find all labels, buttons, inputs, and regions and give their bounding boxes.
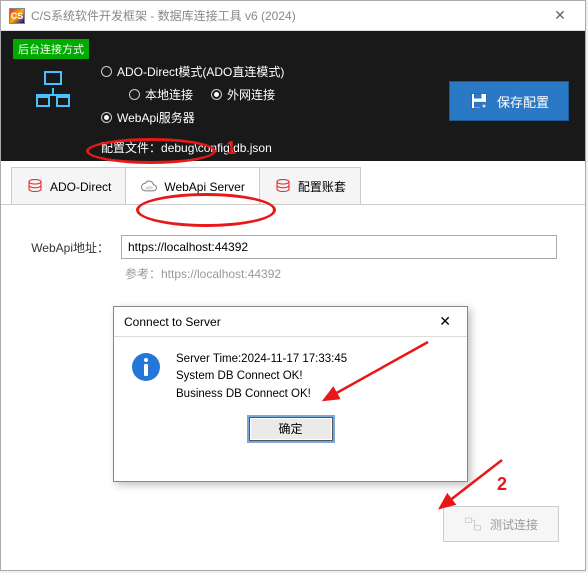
radio-webapi-server[interactable]: WebApi服务器 bbox=[101, 109, 195, 126]
dialog-titlebar: Connect to Server ✕ bbox=[114, 307, 467, 337]
app-window: CS C/S系统软件开发框架 - 数据库连接工具 v6 (2024) ✕ 后台连… bbox=[0, 0, 586, 571]
database-icon bbox=[26, 178, 44, 196]
tab-ado-direct[interactable]: ADO-Direct bbox=[11, 167, 126, 205]
link-icon bbox=[464, 515, 482, 533]
radio-external[interactable]: 外网连接 bbox=[211, 86, 275, 103]
app-icon: CS bbox=[9, 8, 25, 24]
cloud-api-icon: API bbox=[140, 178, 158, 196]
dialog-close-button[interactable]: ✕ bbox=[433, 311, 457, 332]
dialog-ok-button[interactable]: 确定 bbox=[249, 417, 333, 441]
connection-mode-radios: ADO-Direct模式(ADO直连模式) 本地连接 外网连接 WebApi服务… bbox=[101, 63, 284, 132]
webapi-address-row: WebApi地址： bbox=[29, 235, 557, 259]
window-close-button[interactable]: ✕ bbox=[543, 5, 577, 27]
tab-bar: ADO-Direct API WebApi Server 配置账套 bbox=[1, 165, 585, 205]
database-icon bbox=[274, 178, 292, 196]
svg-text:API: API bbox=[146, 185, 153, 190]
connect-result-dialog: Connect to Server ✕ Server Time:2024-11-… bbox=[113, 306, 468, 482]
config-file-line: 配置文件：debug\config\db.json bbox=[101, 139, 272, 156]
webapi-address-label: WebApi地址： bbox=[29, 239, 109, 256]
save-config-button[interactable]: 保存配置 bbox=[449, 81, 569, 121]
radio-local[interactable]: 本地连接 bbox=[129, 86, 193, 103]
tab-config-accounts[interactable]: 配置账套 bbox=[259, 167, 361, 205]
webapi-address-hint: 参考：https://localhost:44392 bbox=[125, 265, 557, 282]
save-icon bbox=[469, 91, 489, 111]
webapi-address-input[interactable] bbox=[121, 235, 557, 259]
window-title: C/S系统软件开发框架 - 数据库连接工具 v6 (2024) bbox=[31, 7, 543, 24]
test-connection-button[interactable]: 测试连接 bbox=[443, 506, 559, 542]
config-file-path: debug\config\db.json bbox=[161, 141, 272, 155]
network-topology-icon bbox=[36, 71, 70, 107]
connection-mode-panel: 后台连接方式 ADO-Direct模式(ADO直连模式) 本地连接 外网连接 bbox=[1, 31, 585, 161]
dialog-title: Connect to Server bbox=[124, 315, 221, 329]
panel-tag: 后台连接方式 bbox=[13, 39, 89, 59]
radio-ado-direct[interactable]: ADO-Direct模式(ADO直连模式) bbox=[101, 63, 284, 80]
info-icon bbox=[130, 351, 162, 383]
dialog-message: Server Time:2024-11-17 17:33:45 System D… bbox=[176, 351, 347, 403]
titlebar: CS C/S系统软件开发框架 - 数据库连接工具 v6 (2024) ✕ bbox=[1, 1, 585, 31]
tab-webapi-server[interactable]: API WebApi Server bbox=[125, 167, 259, 205]
